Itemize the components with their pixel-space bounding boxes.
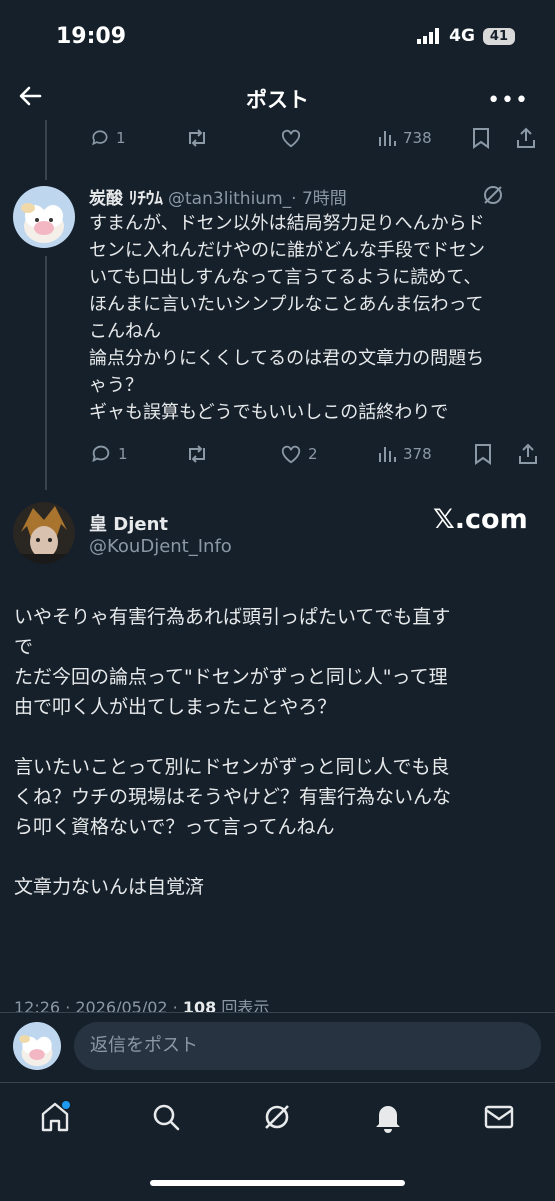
more-options-icon[interactable]: ••• <box>487 88 529 113</box>
bookmark-icon[interactable] <box>474 443 492 465</box>
reply-icon <box>92 130 108 146</box>
grok-icon[interactable] <box>482 184 504 206</box>
main-author-handle[interactable]: @KouDjent_Info <box>89 536 232 557</box>
post-view-count: 108 <box>182 998 217 1012</box>
prev-views-count: 738 <box>403 129 432 147</box>
share-icon[interactable] <box>515 127 537 149</box>
main-avatar[interactable] <box>13 502 75 564</box>
bookmark-icon[interactable] <box>472 127 490 149</box>
grok-icon[interactable] <box>260 1100 294 1134</box>
main-post-text: いやそりゃ有害行為あれば頭引っぱたいてでも直す で ただ今回の論点って"ドセンが… <box>14 606 452 898</box>
prev-views[interactable]: 738 <box>377 128 432 148</box>
reply-like-button[interactable]: 2 <box>280 443 318 465</box>
like-icon <box>281 445 301 464</box>
reply-text: すまんが、ドセン以外は結局努力足りへんからド センに入れんだけやのに誰がどんな手… <box>89 213 485 423</box>
main-author-name[interactable]: 皇 Djent <box>89 510 168 536</box>
reply-time: · 7時間 <box>291 189 347 209</box>
share-icon[interactable] <box>517 443 539 465</box>
reply-reply-count: 1 <box>118 445 128 463</box>
reply-like-count: 2 <box>308 445 318 463</box>
views-icon <box>379 131 396 146</box>
home-icon[interactable] <box>38 1100 72 1134</box>
thread-line <box>45 120 47 180</box>
post-timestamp: 12:26 · 2026/05/02 · <box>14 998 183 1012</box>
home-indicator <box>150 1180 405 1186</box>
prev-action-row: 1 738 <box>90 126 540 150</box>
reply-views[interactable]: 378 <box>377 444 432 464</box>
reply-reply-button[interactable]: 1 <box>90 443 128 465</box>
signal-icon <box>417 28 440 44</box>
network-label: 4G <box>449 26 475 46</box>
reply-icon <box>92 445 110 463</box>
reply-views-count: 378 <box>403 445 432 463</box>
search-icon[interactable] <box>149 1100 183 1134</box>
views-icon <box>379 447 396 462</box>
post-view-label: 回表示 <box>216 998 270 1012</box>
reply-author-handle[interactable]: @tan3lithium_ <box>168 189 291 209</box>
reply-action-row: 1 2 378 <box>90 442 540 466</box>
thread-line-2 <box>45 256 47 490</box>
reply-author-name[interactable]: 炭酸 ﾘﾁｳﾑ <box>89 189 163 209</box>
reply-header: 炭酸 ﾘﾁｳﾑ @tan3lithium_· 7時間 <box>89 184 529 209</box>
battery-icon: 41 <box>482 27 515 45</box>
reply-input[interactable]: 返信をポスト <box>74 1022 541 1070</box>
repost-icon[interactable] <box>185 128 209 148</box>
post-meta: 12:26 · 2026/05/02 · 108 回表示 <box>14 994 269 1012</box>
messages-icon[interactable] <box>482 1100 516 1134</box>
status-time: 19:09 <box>56 24 127 49</box>
prev-reply-button[interactable]: 1 <box>90 128 126 148</box>
like-icon[interactable] <box>280 128 302 148</box>
prev-reply-count: 1 <box>116 129 126 147</box>
status-indicators: 4G 41 <box>417 26 515 46</box>
repost-icon[interactable] <box>185 443 209 465</box>
x-com-badge[interactable]: 𝕏.com <box>433 504 528 535</box>
notifications-icon[interactable] <box>371 1100 405 1134</box>
reply-avatar[interactable] <box>13 186 75 248</box>
page-title: ポスト <box>246 88 309 112</box>
composer-avatar <box>13 1022 61 1070</box>
